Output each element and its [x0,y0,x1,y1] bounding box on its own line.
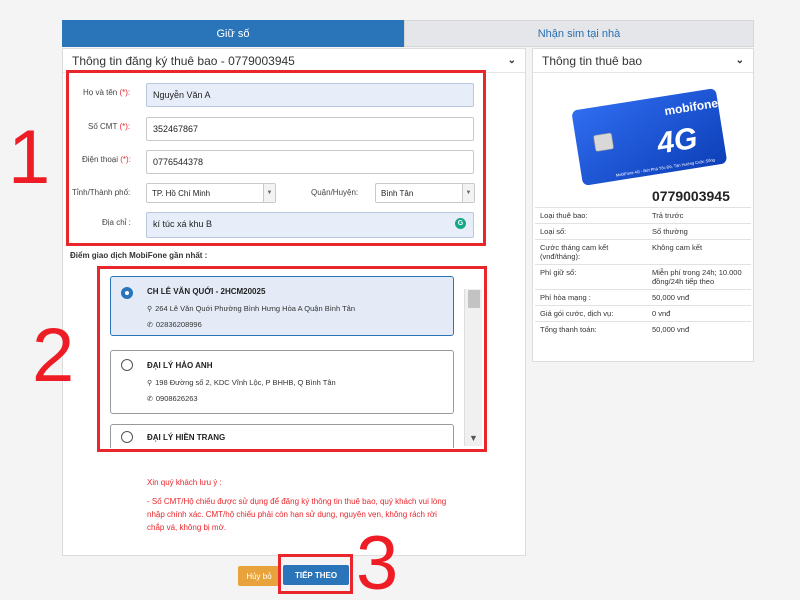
info-row: Phí giữ số: Miễn phí trong 24h; 10.000 đồ… [535,264,751,289]
stores-highlight-box [97,266,487,452]
info-row: Loại số: Số thường [535,223,751,239]
sim-network: 4G [654,122,700,161]
chevron-down-icon[interactable]: ⌄ [736,55,744,66]
cancel-button[interactable]: Hủy bỏ [238,566,280,586]
tab-keep-number[interactable]: Giữ số [62,20,404,47]
info-key: Loại thuê bao: [540,211,588,220]
form-highlight-box [66,70,486,246]
info-value: 50,000 vnđ [652,325,690,334]
sim-phone-number: 0779003945 [652,188,730,204]
info-key: Loại số: [540,227,567,236]
info-value: Số thường [652,227,688,236]
sim-card-image: mobifone 4G MobiFone 4G - Bứt Phá Tốc Độ… [572,88,727,185]
next-highlight-box [278,554,353,594]
info-value: Không cam kết [652,243,703,252]
info-row: Loại thuê bao: Trả trước [535,207,751,223]
info-value: 50,000 vnđ [652,293,690,302]
subscriber-info-table: Loại thuê bao: Trả trước Loại số: Số thườn… [535,207,751,337]
notice-title: Xin quý khách lưu ý : [147,478,222,487]
chevron-down-icon[interactable]: ⌄ [508,55,516,66]
info-key: Cước tháng cam kết (vnđ/tháng): [540,243,609,261]
info-row: Phí hòa mạng : 50,000 vnđ [535,289,751,305]
registration-panel-title: Thông tin đăng ký thuê bao - 0779003945 [72,53,295,68]
annotation-number-2: 2 [32,313,75,398]
stores-label: Điểm giao dịch MobiFone gần nhất : [70,251,208,260]
notice: Xin quý khách lưu ý : - Số CMT/Hộ chiếu … [147,476,447,534]
info-row: Cước tháng cam kết (vnđ/tháng): Không cam… [535,239,751,264]
annotation-number-3: 3 [356,521,399,600]
info-value: Trả trước [652,211,684,220]
subscriber-info-title: Thông tin thuê bao [542,53,643,68]
info-key: Giá gói cước, dịch vụ: [540,309,614,318]
info-value: 0 vnđ [652,309,671,318]
info-key: Phí giữ số: [540,268,577,277]
info-row: Tổng thanh toán: 50,000 vnđ [535,321,751,337]
info-key: Phí hòa mạng : [540,293,591,302]
info-key: Tổng thanh toán: [540,325,597,334]
subscriber-info-header[interactable]: Thông tin thuê bao ⌄ [533,49,753,73]
tab-bar: Giữ số Nhận sim tại nhà [62,20,754,47]
info-row: Giá gói cước, dịch vụ: 0 vnđ [535,305,751,321]
tab-home-delivery[interactable]: Nhận sim tại nhà [404,20,754,47]
notice-body: - Số CMT/Hộ chiếu được sử dụng để đăng k… [147,497,447,532]
info-value: Miễn phí trong 24h; 10.000 đồng/24h tiếp… [652,268,742,286]
sim-chip-icon [593,132,614,152]
annotation-number-1: 1 [8,115,51,200]
